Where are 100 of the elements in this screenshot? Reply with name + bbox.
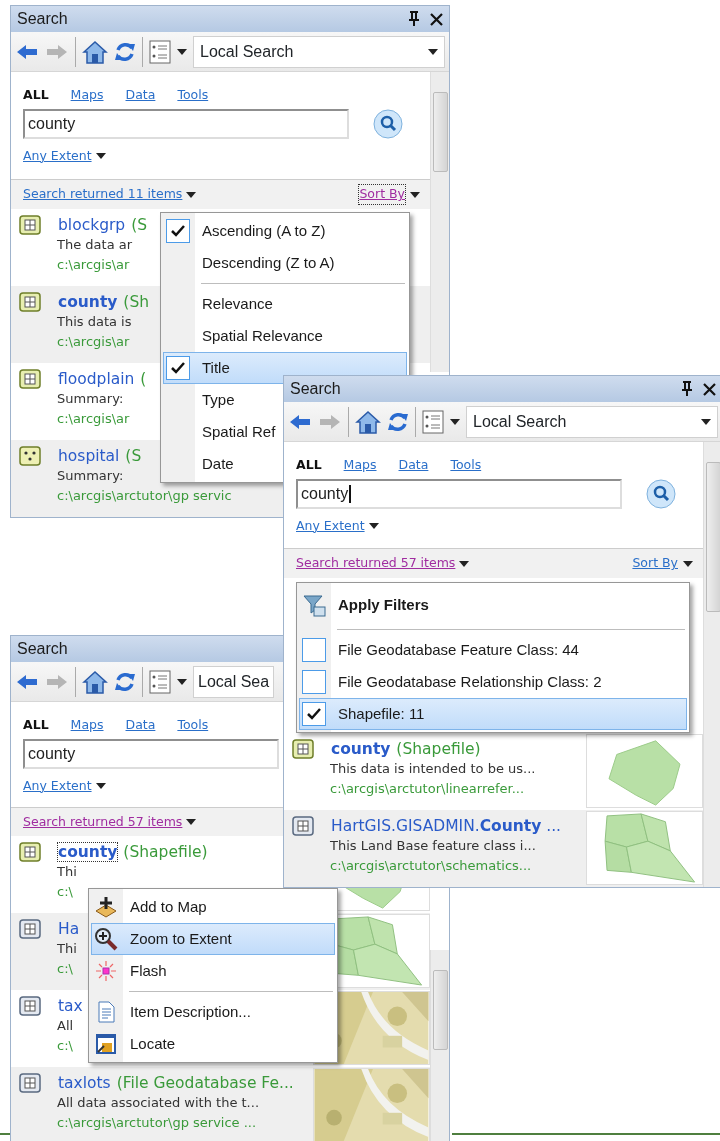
search-tab[interactable]: ALL xyxy=(296,456,322,475)
result-title[interactable]: county (Shapefile) xyxy=(330,739,481,760)
check-icon xyxy=(171,225,185,237)
check-icon xyxy=(307,708,321,720)
pin-icon[interactable] xyxy=(681,381,693,397)
extent-link[interactable]: Any Extent xyxy=(23,146,92,166)
extent-link[interactable]: Any Extent xyxy=(296,516,365,536)
search-tab[interactable]: Maps xyxy=(70,86,104,105)
caret-icon[interactable] xyxy=(186,191,197,198)
list-view-icon[interactable] xyxy=(422,409,444,434)
result-title[interactable]: hospital (S xyxy=(57,446,142,467)
result-title[interactable]: Ha xyxy=(57,919,81,940)
result-title[interactable]: taxlots (File Geodatabase Fe... xyxy=(57,1073,294,1094)
result-summary: This Land Base feature class i... xyxy=(330,837,536,856)
search-tab[interactable]: Maps xyxy=(343,456,377,475)
extent-link[interactable]: Any Extent xyxy=(23,776,92,796)
search-tab[interactable]: Data xyxy=(125,86,156,105)
checkbox[interactable] xyxy=(302,670,326,694)
results-count-link[interactable]: Search returned 11 items xyxy=(23,185,183,204)
search-tab[interactable]: Tools xyxy=(450,456,482,475)
result-title[interactable]: tax xyxy=(57,996,84,1017)
search-field[interactable]: county xyxy=(296,478,622,509)
home-icon[interactable] xyxy=(355,409,381,434)
caret-icon[interactable] xyxy=(177,678,187,685)
menu-item[interactable]: Zoom to Extent xyxy=(91,923,335,955)
result-path: c:\ xyxy=(57,960,73,979)
result-path: c:\arcgis\arctutor\gp servic xyxy=(57,487,232,506)
scrollbar[interactable] xyxy=(703,442,720,887)
result-title[interactable]: county (Shapefile) xyxy=(57,842,208,863)
menu-item[interactable]: Item Description... xyxy=(91,996,335,1028)
flash-icon xyxy=(94,959,118,983)
caret-icon[interactable] xyxy=(177,48,187,55)
results-count-link[interactable]: Search returned 57 items xyxy=(296,554,456,574)
list-view-icon[interactable] xyxy=(149,669,171,694)
checkbox[interactable] xyxy=(302,638,326,662)
result-summary: All xyxy=(57,1017,74,1036)
menu-item[interactable]: File Geodatabase Feature Class: 44 xyxy=(299,634,687,666)
result-path: c:\ xyxy=(57,1037,73,1056)
menu-header: Apply Filters xyxy=(338,594,429,615)
menu-item[interactable]: Shapefile: 11 xyxy=(299,698,687,730)
search-tab[interactable]: Maps xyxy=(70,716,104,735)
caret-icon[interactable] xyxy=(459,560,470,567)
scrollbar[interactable] xyxy=(430,72,449,372)
list-view-icon[interactable] xyxy=(149,39,171,64)
result-title[interactable]: HartGIS.GISADMIN.County ... xyxy=(330,816,562,837)
search-tab[interactable]: Tools xyxy=(177,716,209,735)
layer-icon xyxy=(19,919,41,939)
search-tab[interactable]: Data xyxy=(398,456,429,475)
close-icon[interactable] xyxy=(703,382,716,396)
search-tab[interactable]: ALL xyxy=(23,716,49,735)
checkbox[interactable] xyxy=(166,219,190,243)
caret-icon[interactable] xyxy=(186,818,197,825)
menu-item[interactable]: Descending (Z to A) xyxy=(163,247,407,279)
caret-icon[interactable] xyxy=(368,523,379,530)
check-icon xyxy=(171,362,185,374)
layer-icon xyxy=(19,842,41,862)
menu-item[interactable]: Ascending (A to Z) xyxy=(163,215,407,247)
refresh-icon[interactable] xyxy=(114,670,136,693)
refresh-icon[interactable] xyxy=(387,410,409,433)
search-tab[interactable]: ALL xyxy=(23,86,49,105)
search-tab[interactable]: Data xyxy=(125,716,156,735)
menu-item[interactable]: File Geodatabase Relationship Class: 2 xyxy=(299,666,687,698)
scrollbar[interactable] xyxy=(430,950,449,1141)
result-summary: Thi xyxy=(57,940,77,959)
scope-dropdown[interactable]: Local Search xyxy=(193,35,445,68)
pin-icon[interactable] xyxy=(408,11,420,27)
menu-item[interactable]: Add to Map xyxy=(91,891,335,923)
caret-icon[interactable] xyxy=(450,418,460,425)
search-tab[interactable]: Tools xyxy=(177,86,209,105)
locate-icon xyxy=(94,1032,118,1056)
home-icon[interactable] xyxy=(82,39,108,64)
result-summary: Summary: xyxy=(57,390,124,409)
add-layer-icon xyxy=(94,895,118,919)
scope-dropdown[interactable]: Local Search xyxy=(466,405,718,438)
home-icon[interactable] xyxy=(82,669,108,694)
caret-icon xyxy=(428,48,438,55)
refresh-icon[interactable] xyxy=(114,40,136,63)
checkbox[interactable] xyxy=(166,356,190,380)
search-field[interactable]: county xyxy=(23,738,279,769)
result-path: c:\arcgis\ar xyxy=(57,256,130,275)
result-title[interactable]: county (Sh xyxy=(57,292,150,313)
layer-icon xyxy=(292,816,314,836)
checkbox[interactable] xyxy=(302,702,326,726)
close-icon[interactable] xyxy=(430,12,443,26)
caret-icon[interactable] xyxy=(95,783,106,790)
menu-item[interactable]: Flash xyxy=(91,955,335,987)
result-title[interactable]: floodplain ( xyxy=(57,369,147,390)
caret-icon[interactable] xyxy=(410,191,420,198)
caret-icon[interactable] xyxy=(683,560,693,567)
caret-icon[interactable] xyxy=(95,153,106,160)
sort-by-link[interactable]: Sort By xyxy=(358,184,406,205)
menu-item[interactable]: Locate xyxy=(91,1028,335,1060)
result-title[interactable]: blockgrp (S xyxy=(57,215,147,236)
menu-item[interactable]: Spatial Relevance xyxy=(163,320,407,352)
search-icon[interactable] xyxy=(646,478,676,509)
search-icon[interactable] xyxy=(373,108,403,139)
scope-dropdown[interactable]: Local Sea xyxy=(193,665,275,698)
search-field[interactable]: county xyxy=(23,108,349,139)
menu-item[interactable]: Relevance xyxy=(163,288,407,320)
sort-by-link[interactable]: Sort By xyxy=(631,553,679,575)
